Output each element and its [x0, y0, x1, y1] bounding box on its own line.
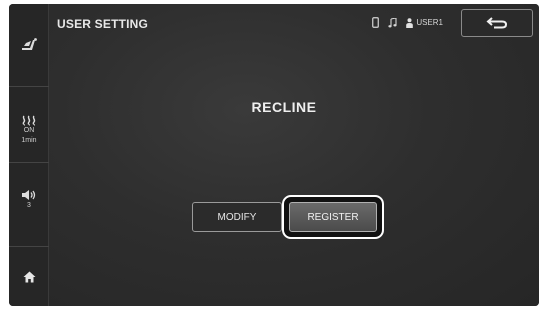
person-icon	[406, 17, 414, 28]
phone-icon	[372, 17, 380, 28]
music-note-icon	[388, 17, 397, 27]
main-panel: USER SETTING USER1 RECLINE MODIFY REGIST…	[49, 4, 539, 306]
sidebar-item-volume[interactable]: 3	[9, 180, 49, 220]
sidebar-item-home[interactable]	[9, 260, 49, 294]
speaker-icon	[22, 190, 36, 200]
user-indicator: USER1	[406, 17, 443, 28]
sidebar-divider	[9, 162, 49, 163]
heat-timer: 1min	[21, 136, 37, 144]
recline-title: RECLINE	[251, 99, 317, 115]
device-screen: ON 1min 3 USER SETTING USER1 RECLINE MOD…	[9, 4, 539, 306]
heat-status: ON	[23, 126, 35, 134]
status-bar: USER1	[372, 17, 443, 28]
sidebar-divider	[9, 86, 49, 87]
page-title: USER SETTING	[57, 17, 149, 31]
modify-button[interactable]: MODIFY	[192, 202, 282, 232]
user-name: USER1	[416, 18, 443, 27]
home-icon	[23, 271, 35, 283]
sidebar-item-recline[interactable]	[9, 24, 49, 64]
sidebar: ON 1min 3	[9, 4, 49, 306]
sidebar-divider	[9, 246, 49, 247]
return-arrow-icon	[486, 17, 508, 29]
sidebar-item-heat[interactable]: ON 1min	[9, 104, 49, 156]
volume-level: 3	[27, 202, 31, 209]
back-button[interactable]	[461, 9, 533, 37]
register-button[interactable]: REGISTER	[289, 202, 377, 232]
heat-waves-icon	[22, 115, 36, 126]
recline-chair-icon	[22, 38, 37, 50]
